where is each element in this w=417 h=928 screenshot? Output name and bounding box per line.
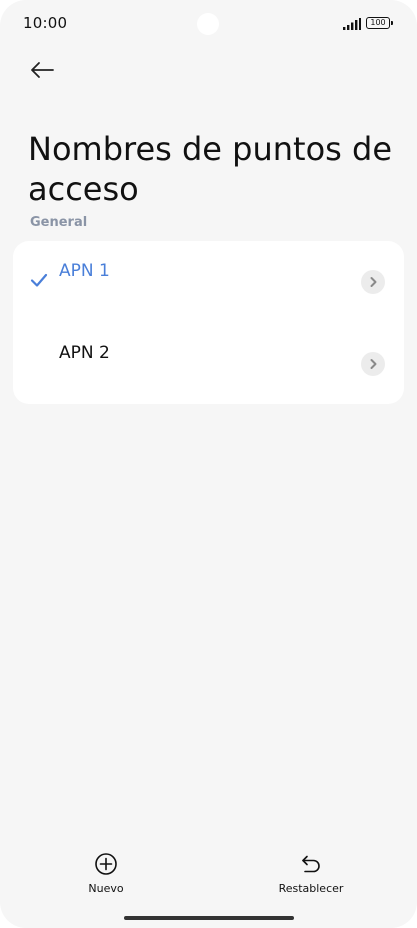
screen: 10:00 100 Nombres de puntos de acceso Ge… bbox=[0, 0, 417, 928]
plus-circle-icon bbox=[95, 853, 117, 875]
reset-button[interactable]: Restablecer bbox=[271, 852, 351, 895]
new-button[interactable]: Nuevo bbox=[76, 852, 136, 895]
arrow-left-icon[interactable] bbox=[28, 56, 56, 84]
camera-cutout bbox=[197, 13, 219, 35]
battery-level: 100 bbox=[370, 18, 386, 27]
page-title: Nombres de puntos de acceso bbox=[28, 130, 392, 209]
signal-icon bbox=[343, 18, 361, 30]
status-time: 10:00 bbox=[23, 14, 68, 32]
battery-tip bbox=[391, 21, 393, 25]
section-label: General bbox=[30, 215, 88, 230]
reset-button-label: Restablecer bbox=[278, 882, 344, 895]
check-icon bbox=[30, 273, 48, 287]
apn-item-label: APN 2 bbox=[59, 343, 110, 363]
apn-item-label: APN 1 bbox=[59, 261, 110, 281]
new-button-label: Nuevo bbox=[88, 882, 124, 895]
battery-icon: 100 bbox=[366, 17, 390, 29]
chevron-right-icon[interactable] bbox=[361, 270, 385, 294]
apn-item-1[interactable]: APN 1 bbox=[13, 241, 404, 321]
apn-list: APN 1 APN 2 bbox=[13, 241, 404, 404]
home-indicator[interactable] bbox=[124, 916, 294, 920]
chevron-right-icon[interactable] bbox=[361, 352, 385, 376]
undo-icon bbox=[302, 855, 320, 873]
apn-item-2[interactable]: APN 2 bbox=[13, 323, 404, 403]
